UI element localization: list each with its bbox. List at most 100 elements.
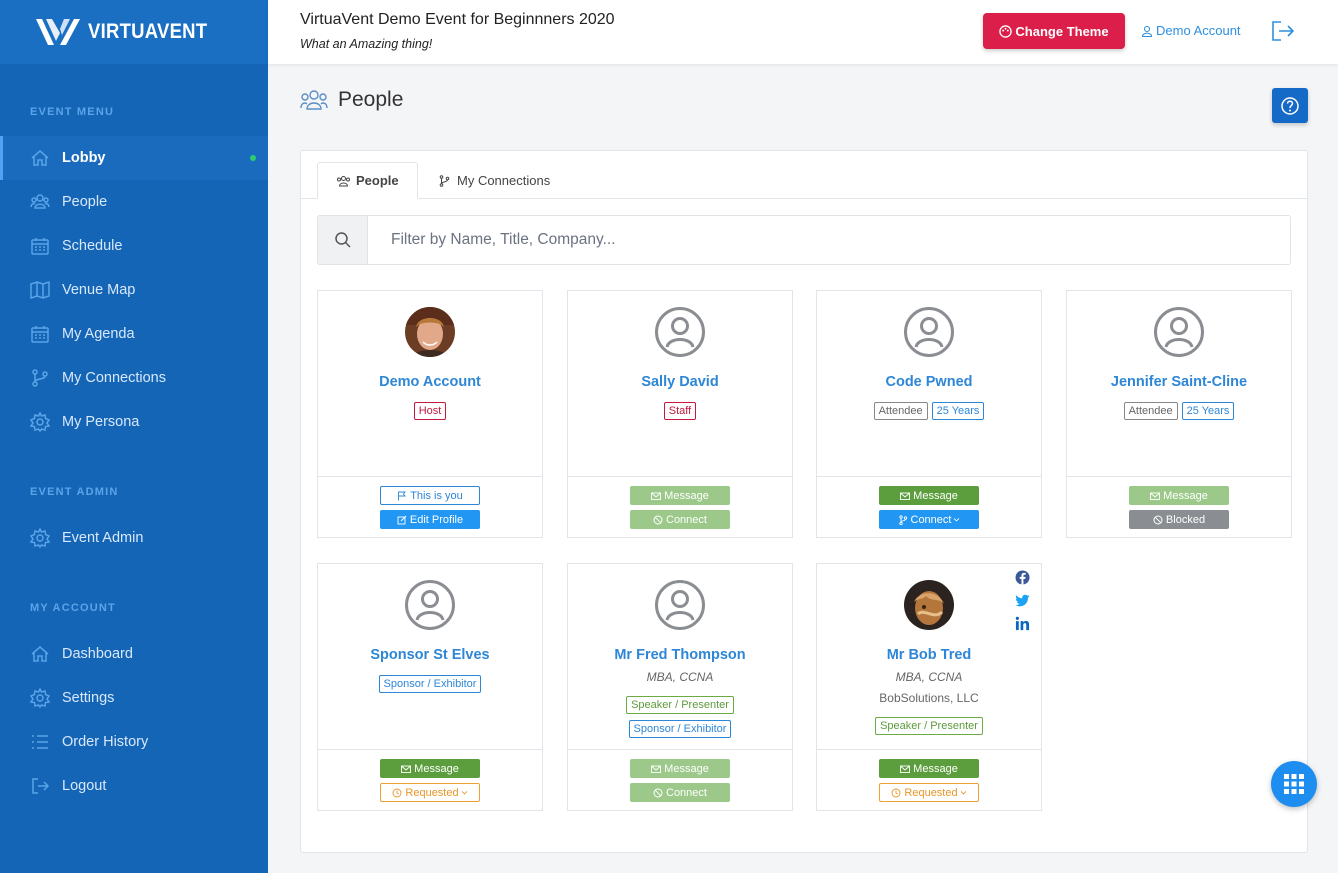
requested-dropdown-button[interactable]: Requested bbox=[380, 783, 480, 802]
people-panel: People My Connections Filter by Name, Ti… bbox=[300, 150, 1308, 853]
sidebar-item-order-history[interactable]: Order History bbox=[0, 720, 268, 764]
search-input[interactable] bbox=[368, 216, 1290, 264]
ban-icon bbox=[653, 788, 663, 797]
message-button[interactable]: Message bbox=[1129, 486, 1229, 505]
avatar[interactable] bbox=[405, 580, 455, 630]
person-card: Sally David Staff Message Connect bbox=[567, 290, 793, 538]
sidebar-item-lobby[interactable]: Lobby bbox=[0, 136, 268, 180]
grid-icon bbox=[1284, 774, 1304, 794]
ban-icon bbox=[1153, 515, 1163, 524]
sidebar-item-settings[interactable]: Settings bbox=[0, 676, 268, 720]
apps-grid-button[interactable] bbox=[1271, 761, 1317, 807]
button-label: Message bbox=[1163, 489, 1208, 502]
button-label: Message bbox=[913, 762, 958, 775]
avatar[interactable] bbox=[904, 307, 954, 357]
sidebar-item-label: Venue Map bbox=[62, 282, 136, 298]
person-name[interactable]: Code Pwned bbox=[817, 374, 1041, 390]
person-name[interactable]: Sponsor St Elves bbox=[318, 647, 542, 663]
twitter-icon[interactable] bbox=[1015, 593, 1030, 608]
card-actions: Message Connect bbox=[817, 476, 1041, 537]
linkedin-icon[interactable] bbox=[1015, 616, 1030, 631]
social-links bbox=[1015, 570, 1033, 639]
sidebar-item-people[interactable]: People bbox=[0, 180, 268, 224]
branch-icon bbox=[32, 369, 48, 387]
person-name[interactable]: Sally David bbox=[568, 374, 792, 390]
sidebar-item-label: Schedule bbox=[62, 238, 123, 254]
calendar-icon bbox=[31, 326, 49, 343]
sidebar-item-event-admin[interactable]: Event Admin bbox=[0, 516, 268, 560]
sidebar-item-label: My Agenda bbox=[62, 326, 135, 342]
person-card: Jennifer Saint-Cline Attendee 25 Years M… bbox=[1066, 290, 1292, 538]
section-title-event-menu: EVENT MENU bbox=[30, 106, 115, 118]
person-card: Mr Bob Tred MBA, CCNA BobSolutions, LLC … bbox=[816, 563, 1042, 811]
message-button[interactable]: Message bbox=[879, 486, 979, 505]
page-heading: People bbox=[300, 88, 403, 112]
sidebar-item-label: People bbox=[62, 194, 108, 210]
sidebar-item-logout[interactable]: Logout bbox=[0, 764, 268, 808]
connect-button[interactable]: Connect bbox=[630, 783, 730, 802]
sidebar-item-my-persona[interactable]: My Persona bbox=[0, 400, 268, 444]
sidebar-item-label: Order History bbox=[62, 734, 149, 750]
person-title: MBA, CCNA bbox=[646, 670, 714, 684]
person-name[interactable]: Demo Account bbox=[318, 374, 542, 390]
role-badge: Sponsor / Exhibitor bbox=[378, 675, 482, 693]
sidebar-item-label: Lobby bbox=[62, 150, 106, 166]
sidebar-item-label: Logout bbox=[62, 778, 107, 794]
chevron-down-icon bbox=[461, 791, 467, 795]
years-badge: 25 Years bbox=[931, 402, 985, 420]
message-button[interactable]: Message bbox=[630, 486, 730, 505]
button-label: Connect bbox=[666, 786, 707, 799]
connect-dropdown-button[interactable]: Connect bbox=[879, 510, 979, 529]
sidebar-item-label: Dashboard bbox=[62, 646, 133, 662]
blocked-button[interactable]: Blocked bbox=[1129, 510, 1229, 529]
edit-icon bbox=[397, 515, 407, 524]
tab-bar: People My Connections bbox=[301, 151, 1307, 199]
tab-people[interactable]: People bbox=[317, 162, 418, 199]
message-button[interactable]: Message bbox=[380, 759, 480, 778]
facebook-icon[interactable] bbox=[1015, 570, 1030, 585]
button-label: Message bbox=[913, 489, 958, 502]
avatar[interactable] bbox=[655, 307, 705, 357]
calendar-icon bbox=[31, 238, 49, 255]
sidebar-item-schedule[interactable]: Schedule bbox=[0, 224, 268, 268]
active-indicator-dot bbox=[250, 155, 256, 161]
page-title: People bbox=[338, 88, 404, 111]
person-name[interactable]: Jennifer Saint-Cline bbox=[1067, 374, 1291, 390]
badge-row: Speaker / Presenter bbox=[568, 696, 792, 714]
change-theme-label: Change Theme bbox=[1015, 23, 1109, 39]
account-link[interactable]: Demo Account bbox=[1141, 23, 1241, 38]
person-name[interactable]: Mr Fred Thompson bbox=[568, 647, 792, 663]
person-name[interactable]: Mr Bob Tred bbox=[817, 647, 1041, 663]
message-button[interactable]: Message bbox=[879, 759, 979, 778]
logo-text: VIRTUAVENT bbox=[88, 20, 208, 43]
avatar[interactable] bbox=[405, 307, 455, 357]
button-label: Message bbox=[664, 489, 709, 502]
connect-button[interactable]: Connect bbox=[630, 510, 730, 529]
clock-icon bbox=[392, 788, 402, 797]
list-icon bbox=[32, 735, 48, 749]
help-button[interactable] bbox=[1272, 88, 1308, 123]
branch-icon bbox=[439, 174, 450, 187]
message-button[interactable]: Message bbox=[630, 759, 730, 778]
logout-icon[interactable] bbox=[1271, 20, 1295, 42]
avatar[interactable] bbox=[904, 580, 954, 630]
sidebar-item-dashboard[interactable]: Dashboard bbox=[0, 632, 268, 676]
tab-my-connections[interactable]: My Connections bbox=[419, 162, 568, 199]
avatar[interactable] bbox=[655, 580, 705, 630]
role-badge: Host bbox=[413, 402, 447, 420]
user-circle-icon bbox=[1154, 307, 1204, 357]
change-theme-button[interactable]: Change Theme bbox=[983, 13, 1125, 49]
card-actions: This is you Edit Profile bbox=[318, 476, 542, 537]
logo[interactable]: VIRTUAVENT bbox=[0, 0, 268, 64]
button-label: Requested bbox=[405, 786, 459, 799]
sidebar-item-my-agenda[interactable]: My Agenda bbox=[0, 312, 268, 356]
account-link-label: Demo Account bbox=[1156, 23, 1241, 38]
avatar[interactable] bbox=[1154, 307, 1204, 357]
person-card: Demo Account Host This is you Edit Profi… bbox=[317, 290, 543, 538]
sidebar-item-my-connections[interactable]: My Connections bbox=[0, 356, 268, 400]
edit-profile-button[interactable]: Edit Profile bbox=[380, 510, 480, 529]
requested-dropdown-button[interactable]: Requested bbox=[879, 783, 979, 802]
sidebar-item-venue-map[interactable]: Venue Map bbox=[0, 268, 268, 312]
envelope-icon bbox=[651, 765, 662, 773]
card-actions: Message Requested bbox=[318, 749, 542, 810]
